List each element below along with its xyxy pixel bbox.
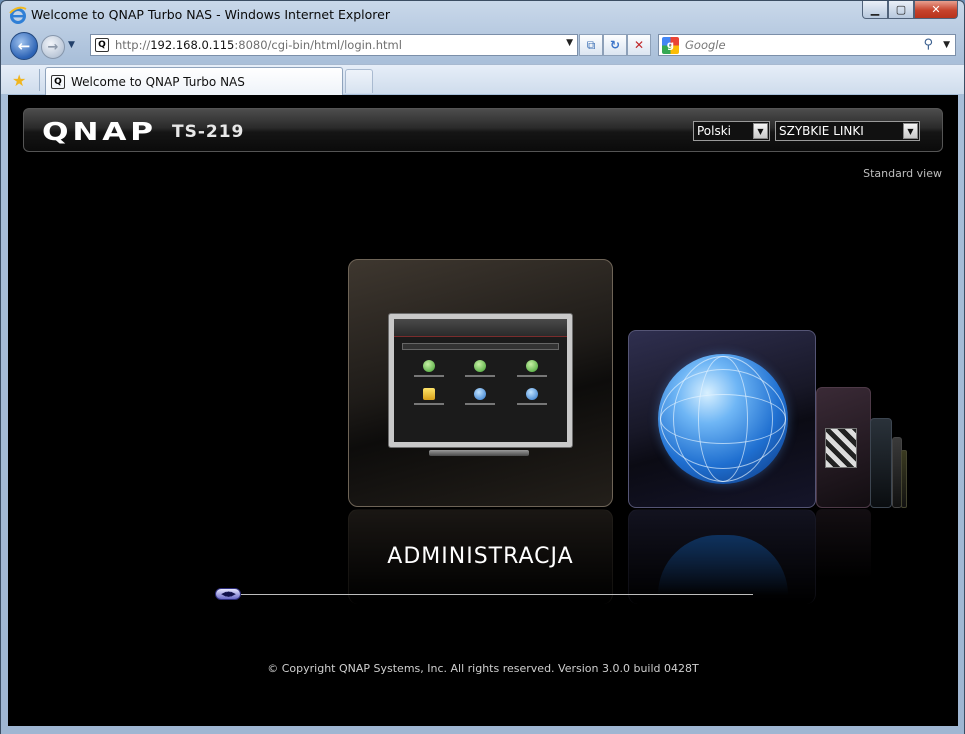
tab-bar: ★ Q Welcome to QNAP Turbo NAS [1, 64, 964, 95]
navigation-bar: ← → ▼ Q http://192.168.0.115:8080/cgi-bi… [1, 30, 964, 62]
search-box[interactable]: g Google ⚲ ▼ [658, 34, 956, 56]
carousel-item-web[interactable] [628, 330, 816, 508]
carousel-item[interactable] [870, 418, 892, 508]
refresh-button[interactable]: ↻ [603, 34, 627, 56]
compatibility-icon: ⧉ [586, 37, 596, 52]
standard-view-link[interactable]: Standard view [863, 167, 942, 180]
carousel-caption: ADMINISTRACJA [387, 544, 574, 569]
card-reflection [816, 509, 871, 579]
carousel-item-administration[interactable] [348, 259, 613, 507]
search-placeholder: Google [685, 38, 726, 52]
back-button[interactable]: ← [10, 32, 38, 60]
tab-divider [39, 69, 40, 91]
quick-links-select-value: SZYBKIE LINKI [779, 124, 864, 138]
minimize-button[interactable]: ▁ [862, 1, 888, 19]
back-arrow-icon: ← [17, 37, 31, 55]
address-bar[interactable]: Q http://192.168.0.115:8080/cgi-bin/html… [90, 34, 578, 56]
favorites-star-icon[interactable]: ★ [12, 71, 26, 90]
slider-handle[interactable]: ◀●▶ [215, 588, 241, 600]
browser-window: Welcome to QNAP Turbo NAS - Windows Inte… [0, 0, 965, 734]
search-icon[interactable]: ⚲ [923, 37, 933, 52]
internet-explorer-icon [9, 6, 27, 24]
chevron-down-icon: ▼ [753, 123, 768, 139]
forward-arrow-icon: → [47, 39, 59, 55]
search-provider-dropdown[interactable]: ▼ [943, 40, 950, 50]
copyright-text: © Copyright QNAP Systems, Inc. All right… [267, 662, 699, 675]
clapperboard-icon [825, 428, 857, 468]
carousel-item-multimedia[interactable] [816, 387, 871, 508]
language-select-value: Polski [697, 124, 732, 138]
status-bar [1, 727, 964, 734]
tab-welcome[interactable]: Q Welcome to QNAP Turbo NAS [45, 67, 343, 95]
tab-label: Welcome to QNAP Turbo NAS [71, 74, 245, 89]
quick-links-select[interactable]: SZYBKIE LINKI ▼ [775, 121, 920, 141]
model-name: TS-219 [172, 122, 245, 142]
google-icon: g [662, 36, 679, 54]
history-dropdown-button[interactable]: ▼ [68, 40, 75, 50]
qnap-header: QNAP TS-219 Polski ▼ SZYBKIE LINKI ▼ [23, 108, 943, 152]
monitor-icon [389, 314, 572, 447]
site-favicon-icon: Q [95, 38, 109, 52]
compatibility-view-button[interactable]: ⧉ [579, 34, 603, 56]
maximize-button[interactable]: ▢ [888, 1, 914, 19]
stop-button[interactable]: ✕ [627, 34, 651, 56]
window-title: Welcome to QNAP Turbo NAS - Windows Inte… [31, 7, 390, 22]
new-tab-button[interactable] [345, 69, 373, 93]
globe-icon [658, 354, 788, 484]
tab-favicon-icon: Q [51, 74, 65, 89]
language-select[interactable]: Polski ▼ [693, 121, 770, 141]
carousel-item[interactable] [901, 450, 907, 508]
slider-track[interactable] [235, 594, 753, 595]
refresh-icon: ↻ [609, 38, 621, 52]
carousel-slider[interactable]: ◀●▶ [215, 588, 753, 600]
qnap-logo: QNAP [42, 117, 157, 146]
chevron-down-icon: ▼ [903, 123, 918, 139]
close-button[interactable]: ✕ [914, 1, 958, 19]
monitor-stand [429, 450, 529, 456]
address-dropdown-button[interactable]: ▼ [566, 38, 573, 48]
address-url[interactable]: http://192.168.0.115:8080/cgi-bin/html/l… [115, 38, 402, 52]
stop-icon: ✕ [633, 38, 645, 52]
page-content: QNAP TS-219 Polski ▼ SZYBKIE LINKI ▼ Sta… [8, 95, 958, 726]
forward-button[interactable]: → [41, 35, 65, 59]
title-bar: Welcome to QNAP Turbo NAS - Windows Inte… [1, 1, 964, 29]
